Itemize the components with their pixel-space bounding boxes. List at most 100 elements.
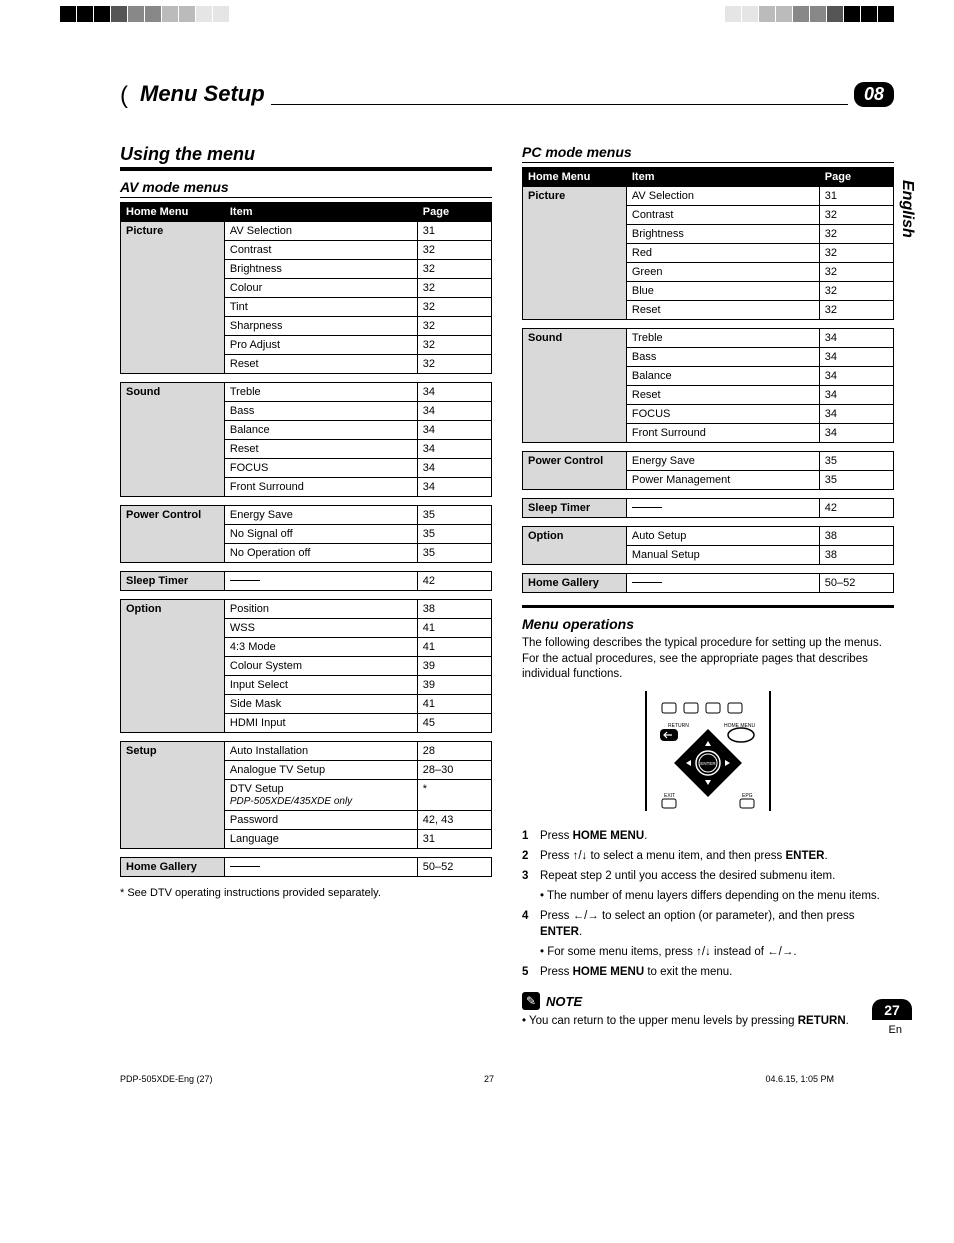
page-cell: 34	[819, 348, 893, 367]
home-menu-cell: Picture	[121, 222, 225, 374]
table-row: SoundTreble34	[121, 383, 492, 402]
home-menu-cell: Power Control	[523, 452, 627, 490]
item-cell: Reset	[626, 301, 819, 320]
table-row: Sleep Timer42	[523, 499, 894, 518]
home-menu-cell: Option	[523, 527, 627, 565]
item-cell: No Operation off	[224, 544, 417, 563]
page-cell: 32	[819, 206, 893, 225]
item-cell: WSS	[224, 619, 417, 638]
item-cell: Input Select	[224, 676, 417, 695]
item-cell: Green	[626, 263, 819, 282]
item-cell: Sharpness	[224, 317, 417, 336]
item-cell	[224, 858, 417, 877]
page-cell: 32	[417, 241, 491, 260]
item-cell: Red	[626, 244, 819, 263]
page-cell: 32	[819, 244, 893, 263]
item-cell: Treble	[626, 329, 819, 348]
menu-table: OptionAuto Setup38Manual Setup38	[522, 526, 894, 565]
menu-table: Home Gallery 50–52	[522, 573, 894, 593]
item-cell: Blue	[626, 282, 819, 301]
page-cell: 28–30	[417, 761, 491, 780]
item-cell: AV Selection	[224, 222, 417, 241]
page-cell: 34	[417, 478, 491, 497]
page-cell: 32	[819, 282, 893, 301]
home-menu-cell: Home Gallery	[523, 574, 627, 593]
menu-table: OptionPosition38WSS414:3 Mode41Colour Sy…	[120, 599, 492, 733]
item-cell: AV Selection	[626, 187, 819, 206]
remote-enter-label: ENTER	[700, 761, 716, 766]
page-cell: 50–52	[819, 574, 893, 593]
footer-file: PDP-505XDE-Eng (27)	[120, 1074, 213, 1084]
footer-timestamp: 04.6.15, 1:05 PM	[765, 1074, 834, 1084]
item-cell: HDMI Input	[224, 714, 417, 733]
right-column: PC mode menus Home MenuItemPagePictureAV…	[522, 144, 894, 1030]
page-cell: 35	[417, 544, 491, 563]
item-cell: Energy Save	[626, 452, 819, 471]
dtv-footnote: * See DTV operating instructions provide…	[120, 887, 492, 899]
table-header: Home Menu	[523, 168, 627, 187]
page-cell: 32	[417, 279, 491, 298]
step-row: 5Press HOME MENU to exit the menu.	[522, 964, 894, 980]
remote-epg-label: EPG	[742, 793, 753, 799]
chapter-title: Menu Setup	[130, 81, 265, 107]
remote-exit-label: EXIT	[664, 793, 675, 799]
page-cell: 32	[819, 263, 893, 282]
page-cell: 34	[417, 402, 491, 421]
table-row: Sleep Timer42	[121, 572, 492, 591]
step-sub-bullet: • The number of menu layers differs depe…	[540, 888, 894, 904]
page-cell: 34	[417, 421, 491, 440]
menu-table: SetupAuto Installation28Analogue TV Setu…	[120, 741, 492, 849]
note-icon: ✎	[522, 992, 540, 1010]
item-cell: Side Mask	[224, 695, 417, 714]
item-cell: Power Management	[626, 471, 819, 490]
footer-page: 27	[484, 1074, 494, 1084]
page-cell: 34	[417, 459, 491, 478]
menu-operations-title: Menu operations	[522, 616, 894, 634]
page-cell: 32	[819, 225, 893, 244]
page-cell: 38	[819, 527, 893, 546]
page-cell: 34	[819, 329, 893, 348]
pc-mode-menus-title: PC mode menus	[522, 144, 894, 163]
home-menu-cell: Setup	[121, 742, 225, 849]
home-menu-cell: Power Control	[121, 506, 225, 563]
item-cell: Balance	[626, 367, 819, 386]
step-row: 3Repeat step 2 until you access the desi…	[522, 868, 894, 884]
note-text: • You can return to the upper menu level…	[522, 1014, 894, 1030]
page-cell: 32	[417, 317, 491, 336]
page-cell: 41	[417, 638, 491, 657]
item-cell: Front Surround	[224, 478, 417, 497]
menu-table: SoundTreble34Bass34Balance34Reset34FOCUS…	[522, 328, 894, 443]
page-cell: 41	[417, 695, 491, 714]
home-menu-cell: Sound	[121, 383, 225, 497]
footer-metadata: PDP-505XDE-Eng (27) 27 04.6.15, 1:05 PM	[0, 1070, 954, 1094]
table-row: SetupAuto Installation28	[121, 742, 492, 761]
step-text: Press ↑/↓ to select a menu item, and the…	[540, 848, 894, 864]
item-cell: Analogue TV Setup	[224, 761, 417, 780]
page-cell: 32	[417, 260, 491, 279]
menu-table: Home MenuItemPagePictureAV Selection31Co…	[522, 167, 894, 320]
menu-table: Power ControlEnergy Save35Power Manageme…	[522, 451, 894, 490]
item-cell: Position	[224, 600, 417, 619]
step-number: 1	[522, 828, 540, 844]
item-cell: Manual Setup	[626, 546, 819, 565]
item-cell: Auto Installation	[224, 742, 417, 761]
item-cell: Reset	[626, 386, 819, 405]
home-menu-cell: Sleep Timer	[121, 572, 225, 591]
item-cell: Colour	[224, 279, 417, 298]
item-cell: Reset	[224, 355, 417, 374]
table-header: Page	[417, 203, 491, 222]
chapter-number-badge: 08	[854, 82, 894, 107]
item-cell: DTV SetupPDP-505XDE/435XDE only	[224, 780, 417, 811]
left-column: Using the menu AV mode menus Home MenuIt…	[120, 144, 492, 1030]
page-cell: 35	[417, 525, 491, 544]
menu-table: Power ControlEnergy Save35No Signal off3…	[120, 505, 492, 563]
table-row: OptionAuto Setup38	[523, 527, 894, 546]
item-cell: Contrast	[224, 241, 417, 260]
remote-control-figure: RETURN HOME MENU ENTER	[522, 691, 894, 816]
table-row: Power ControlEnergy Save35	[121, 506, 492, 525]
table-header: Item	[626, 168, 819, 187]
table-row: PictureAV Selection31	[523, 187, 894, 206]
page-cell: 34	[819, 405, 893, 424]
page-cell: 32	[417, 298, 491, 317]
home-menu-cell: Home Gallery	[121, 858, 225, 877]
